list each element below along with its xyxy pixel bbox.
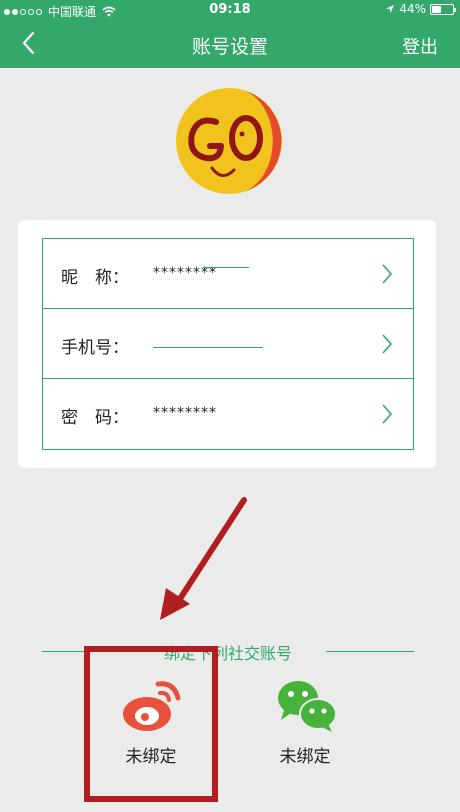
battery-fill (432, 5, 441, 13)
nickname-row[interactable]: 昵 称： ******** (43, 239, 413, 309)
account-info-card: 昵 称： ******** 手机号： 密 码： ******** (18, 220, 436, 468)
chevron-right-icon (382, 264, 393, 284)
chevron-right-icon (382, 334, 393, 354)
nickname-label: 昵 称： (61, 268, 129, 288)
redaction-line (203, 267, 249, 268)
phone-row[interactable]: 手机号： (43, 309, 413, 379)
password-label: 密 码： (61, 408, 129, 428)
battery-icon (430, 3, 456, 15)
avatar[interactable] (176, 88, 282, 194)
navigation-bar: 账号设置 登出 (0, 20, 460, 68)
annotation-highlight-box (84, 646, 218, 802)
status-bar: 中国联通 09:18 44% (0, 0, 460, 20)
battery-percent: 44% (399, 2, 426, 16)
redaction-line (153, 347, 263, 348)
wechat-bind-button[interactable]: 未绑定 (240, 678, 360, 788)
logout-button[interactable]: 登出 (402, 33, 438, 59)
location-arrow-icon (386, 5, 395, 13)
wechat-icon (278, 681, 337, 732)
password-row[interactable]: 密 码： ******** (43, 379, 413, 449)
password-value: ******** (153, 405, 217, 421)
page-title: 账号设置 (191, 36, 268, 58)
phone-label: 手机号： (61, 338, 129, 358)
go-logo-image (176, 88, 282, 194)
chevron-right-icon (382, 404, 393, 424)
account-rows: 昵 称： ******** 手机号： 密 码： ******** (42, 238, 414, 450)
wechat-bind-status: 未绑定 (279, 747, 331, 767)
